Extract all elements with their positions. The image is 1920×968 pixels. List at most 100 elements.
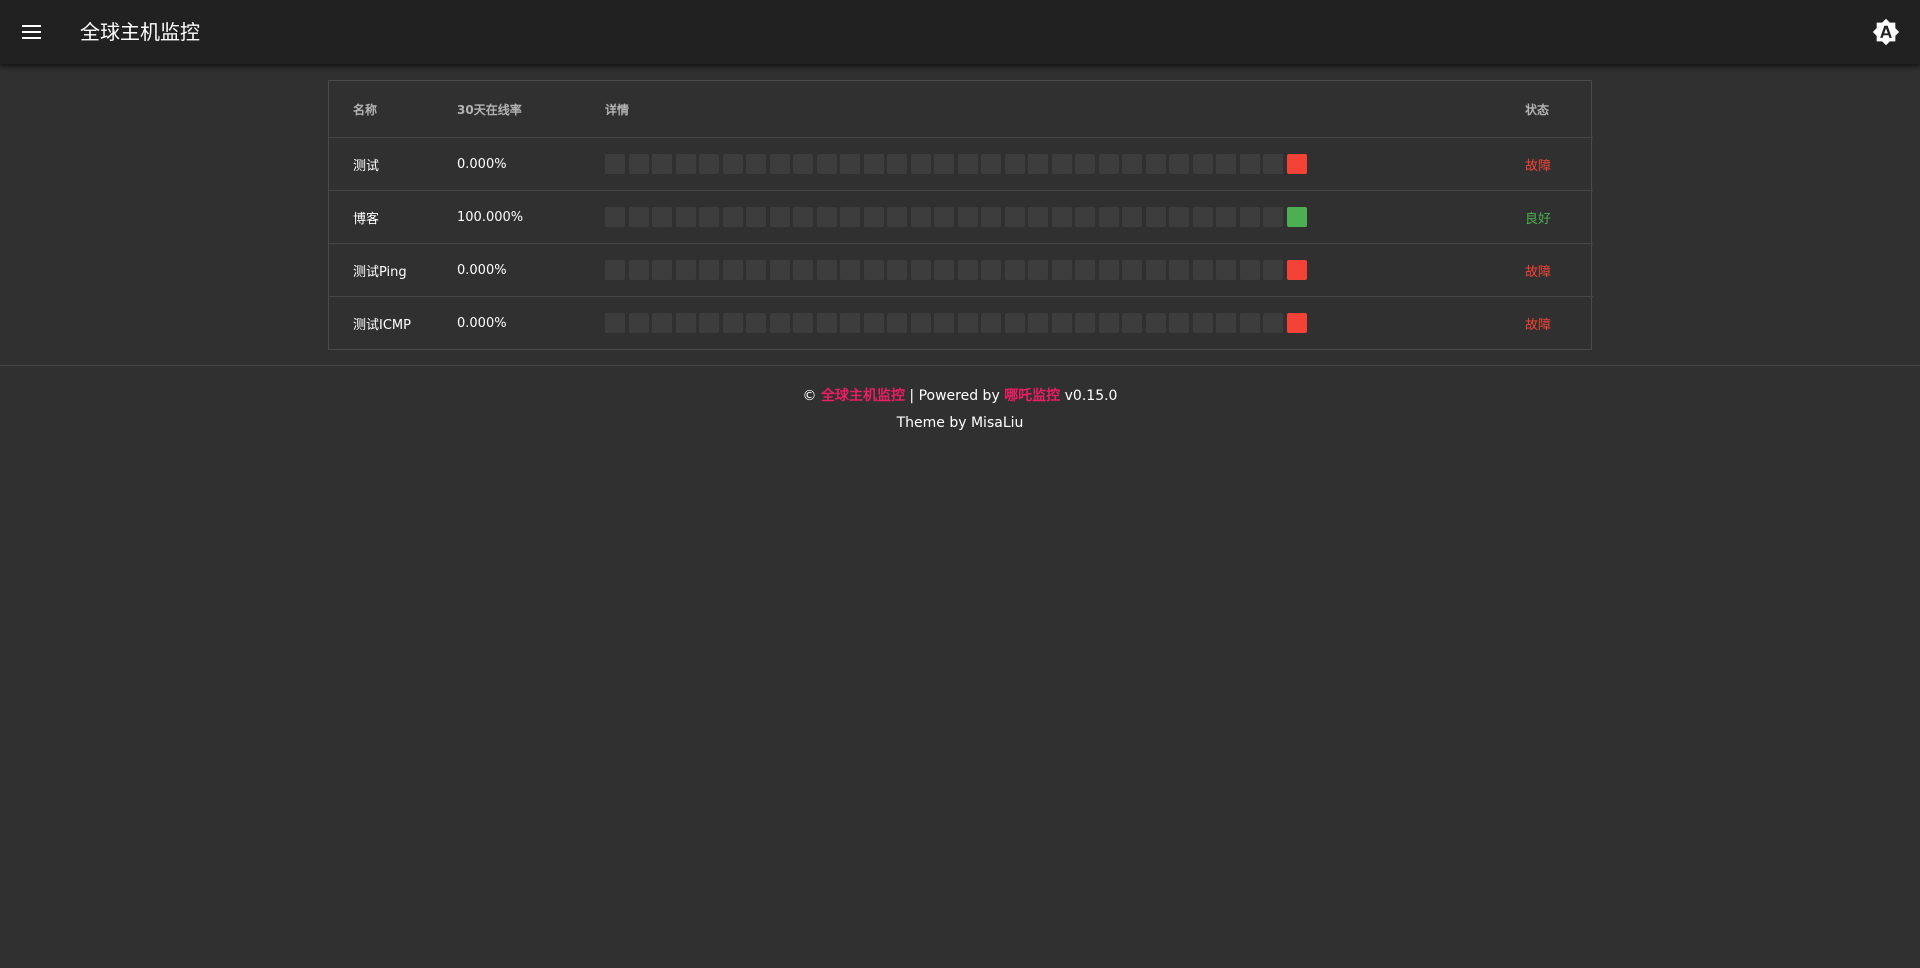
- uptime-day-bar[interactable]: [1169, 260, 1189, 280]
- uptime-day-bar[interactable]: [863, 260, 884, 280]
- uptime-day-bar[interactable]: [1051, 313, 1072, 333]
- uptime-day-bar[interactable]: [1051, 207, 1072, 227]
- uptime-day-bar[interactable]: [1239, 207, 1260, 227]
- uptime-day-bar[interactable]: [769, 313, 790, 333]
- uptime-day-bar[interactable]: [1075, 313, 1095, 333]
- uptime-day-bar[interactable]: [1075, 207, 1095, 227]
- brightness-auto-icon[interactable]: [1872, 18, 1900, 46]
- uptime-day-bar[interactable]: [1122, 154, 1142, 174]
- site-link[interactable]: 全球主机监控: [821, 388, 905, 404]
- uptime-day-bar[interactable]: [1028, 207, 1048, 227]
- uptime-day-bar[interactable]: [1004, 260, 1025, 280]
- uptime-day-bar[interactable]: [746, 207, 766, 227]
- uptime-day-bar[interactable]: [769, 154, 790, 174]
- uptime-day-bar[interactable]: [793, 207, 813, 227]
- uptime-day-bar[interactable]: [1263, 313, 1283, 333]
- uptime-day-bar[interactable]: [1263, 207, 1283, 227]
- uptime-day-bar[interactable]: [722, 260, 743, 280]
- uptime-day-bar[interactable]: [957, 260, 978, 280]
- uptime-day-bar[interactable]: [605, 154, 625, 174]
- uptime-day-bar[interactable]: [722, 154, 743, 174]
- uptime-day-bar[interactable]: [816, 207, 837, 227]
- uptime-day-bar[interactable]: [746, 154, 766, 174]
- uptime-day-bar[interactable]: [840, 154, 860, 174]
- uptime-day-bar[interactable]: [1145, 154, 1166, 174]
- uptime-day-bar[interactable]: [1169, 313, 1189, 333]
- uptime-day-bar[interactable]: [910, 154, 931, 174]
- uptime-day-bar[interactable]: [1098, 260, 1119, 280]
- uptime-day-bar[interactable]: [699, 207, 719, 227]
- uptime-day-bar[interactable]: [981, 207, 1001, 227]
- uptime-day-bar[interactable]: [1145, 260, 1166, 280]
- uptime-day-bar[interactable]: [816, 260, 837, 280]
- uptime-day-bar[interactable]: [910, 207, 931, 227]
- uptime-day-bar[interactable]: [1122, 207, 1142, 227]
- uptime-day-bar[interactable]: [628, 260, 649, 280]
- uptime-day-bar[interactable]: [1004, 313, 1025, 333]
- uptime-day-bar[interactable]: [652, 260, 672, 280]
- uptime-day-bar-today[interactable]: [1286, 154, 1307, 174]
- uptime-day-bar[interactable]: [957, 154, 978, 174]
- uptime-day-bar[interactable]: [793, 260, 813, 280]
- uptime-day-bar[interactable]: [675, 313, 696, 333]
- uptime-day-bar[interactable]: [1263, 260, 1283, 280]
- uptime-day-bar[interactable]: [981, 313, 1001, 333]
- uptime-day-bar[interactable]: [1028, 154, 1048, 174]
- menu-icon[interactable]: [18, 20, 46, 44]
- uptime-day-bar-today[interactable]: [1286, 260, 1307, 280]
- uptime-day-bar[interactable]: [1004, 154, 1025, 174]
- uptime-day-bar[interactable]: [1192, 313, 1213, 333]
- uptime-day-bar[interactable]: [1216, 260, 1236, 280]
- uptime-day-bar[interactable]: [1028, 313, 1048, 333]
- uptime-day-bar[interactable]: [605, 313, 625, 333]
- uptime-day-bar[interactable]: [816, 313, 837, 333]
- uptime-day-bar[interactable]: [1098, 154, 1119, 174]
- uptime-day-bar[interactable]: [1169, 154, 1189, 174]
- uptime-day-bar[interactable]: [934, 207, 954, 227]
- uptime-day-bar[interactable]: [699, 313, 719, 333]
- uptime-day-bar[interactable]: [1098, 313, 1119, 333]
- uptime-day-bar[interactable]: [699, 260, 719, 280]
- uptime-day-bar[interactable]: [793, 313, 813, 333]
- uptime-day-bar[interactable]: [675, 154, 696, 174]
- uptime-day-bar[interactable]: [934, 260, 954, 280]
- uptime-day-bar[interactable]: [1263, 154, 1283, 174]
- uptime-day-bar[interactable]: [1192, 154, 1213, 174]
- uptime-day-bar[interactable]: [910, 260, 931, 280]
- uptime-day-bar[interactable]: [863, 207, 884, 227]
- uptime-day-bar[interactable]: [746, 313, 766, 333]
- uptime-day-bar[interactable]: [934, 154, 954, 174]
- uptime-day-bar[interactable]: [840, 313, 860, 333]
- uptime-day-bar[interactable]: [605, 207, 625, 227]
- uptime-day-bar[interactable]: [1169, 207, 1189, 227]
- uptime-day-bar[interactable]: [722, 313, 743, 333]
- uptime-day-bar[interactable]: [1239, 313, 1260, 333]
- uptime-day-bar[interactable]: [1004, 207, 1025, 227]
- uptime-day-bar[interactable]: [1028, 260, 1048, 280]
- uptime-day-bar[interactable]: [910, 313, 931, 333]
- uptime-day-bar[interactable]: [981, 154, 1001, 174]
- uptime-day-bar[interactable]: [769, 207, 790, 227]
- uptime-day-bar[interactable]: [1239, 260, 1260, 280]
- uptime-day-bar[interactable]: [652, 313, 672, 333]
- uptime-day-bar[interactable]: [1216, 207, 1236, 227]
- uptime-day-bar[interactable]: [605, 260, 625, 280]
- uptime-day-bar[interactable]: [840, 207, 860, 227]
- uptime-day-bar[interactable]: [652, 154, 672, 174]
- uptime-day-bar-today[interactable]: [1286, 313, 1307, 333]
- uptime-day-bar[interactable]: [1098, 207, 1119, 227]
- uptime-day-bar[interactable]: [816, 154, 837, 174]
- uptime-day-bar[interactable]: [1145, 207, 1166, 227]
- uptime-day-bar[interactable]: [1122, 313, 1142, 333]
- uptime-day-bar[interactable]: [1192, 260, 1213, 280]
- uptime-day-bar[interactable]: [722, 207, 743, 227]
- uptime-day-bar[interactable]: [1239, 154, 1260, 174]
- uptime-day-bar[interactable]: [1075, 260, 1095, 280]
- uptime-day-bar[interactable]: [628, 207, 649, 227]
- uptime-day-bar[interactable]: [887, 207, 907, 227]
- uptime-day-bar[interactable]: [769, 260, 790, 280]
- uptime-day-bar[interactable]: [887, 154, 907, 174]
- uptime-day-bar[interactable]: [1051, 260, 1072, 280]
- uptime-day-bar[interactable]: [699, 154, 719, 174]
- uptime-day-bar[interactable]: [957, 313, 978, 333]
